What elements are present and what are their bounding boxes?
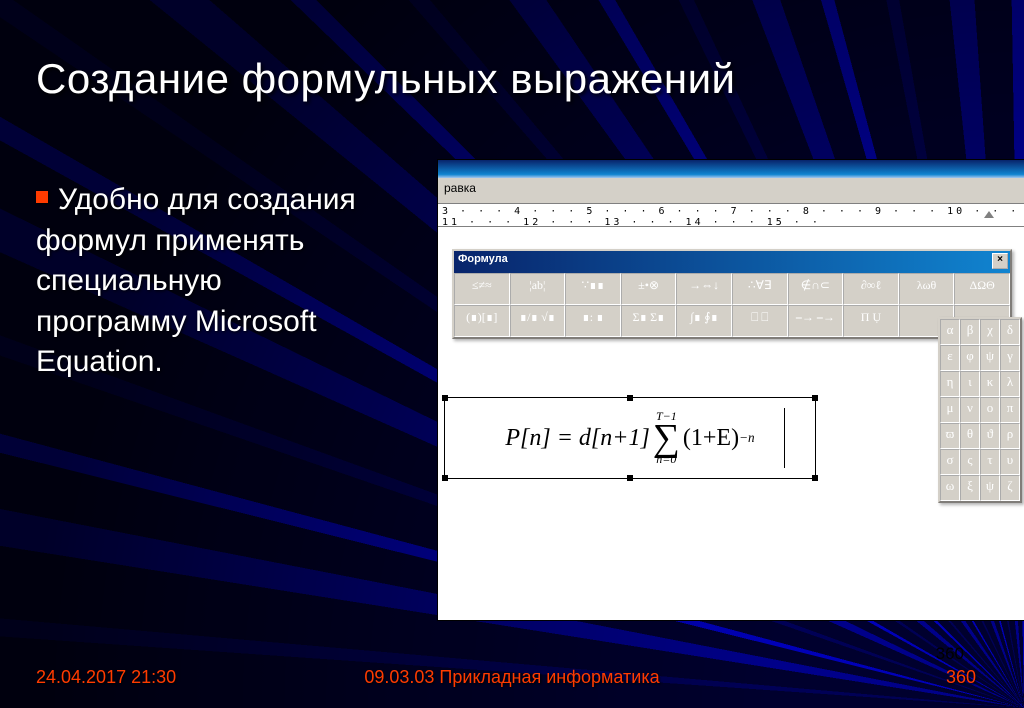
equation-formula: P[n] = d[n+1] ∑ T−1 n=0 (1+E)−n <box>445 398 815 478</box>
equation-toolbar-window[interactable]: Формула × ≤≠≈ ¦ab¦ ∵∎∎ ±•⊗ →⇔↓ ∴∀∃ ∉∩⊂ ∂… <box>452 249 1012 339</box>
greek-varsigma[interactable]: ς <box>960 449 980 475</box>
word-titlebar <box>438 160 1024 178</box>
slide-footer: 360 24.04.2017 21:30 09.03.03 Прикладная… <box>0 660 1024 690</box>
greek-theta[interactable]: θ <box>960 423 980 449</box>
greek-psi[interactable]: ψ <box>980 345 1000 371</box>
word-document-area: Формула × ≤≠≈ ¦ab¦ ∵∎∎ ±•⊗ →⇔↓ ∴∀∃ ∉∩⊂ ∂… <box>438 227 1024 567</box>
greek-gamma[interactable]: γ <box>1000 345 1020 371</box>
bullet-icon <box>36 191 48 203</box>
word-ruler: 3 · · · 4 · · · 5 · · · 6 · · · 7 · · · … <box>438 204 1024 227</box>
palette-fractions[interactable]: ∎/∎ √∎ <box>510 305 566 337</box>
greek-sigma[interactable]: σ <box>940 449 960 475</box>
page-number-shadow: 360 <box>936 644 964 664</box>
greek-omicron[interactable]: ο <box>980 397 1000 423</box>
ruler-ticks: 3 · · · 4 · · · 5 · · · 6 · · · 7 · · · … <box>442 206 1019 228</box>
palette-greek-upper[interactable]: ΔΩΘ <box>954 273 1010 305</box>
greek-beta[interactable]: β <box>960 319 980 345</box>
palette-products[interactable]: Π Ụ <box>843 305 899 337</box>
formula-lhs: P[n] = d[n+1] <box>505 425 649 452</box>
equation-toolbar-title[interactable]: Формула × <box>454 251 1010 273</box>
sigma-upper: T−1 <box>656 409 677 424</box>
greek-kappa[interactable]: κ <box>980 371 1000 397</box>
greek-lambda[interactable]: λ <box>1000 371 1020 397</box>
greek-alpha[interactable]: α <box>940 319 960 345</box>
greek-eta[interactable]: η <box>940 371 960 397</box>
formula-rhs-base: (1+E) <box>683 425 739 452</box>
palette-fences[interactable]: (∎)[∎] <box>454 305 510 337</box>
greek-zeta[interactable]: ζ <box>1000 475 1020 501</box>
palette-integrals[interactable]: ∫∎ ∮∎ <box>676 305 732 337</box>
greek-phi[interactable]: φ <box>960 345 980 371</box>
palette-bars[interactable]: ⎕ ⎕ <box>732 305 788 337</box>
slide-title: Создание формульных выражений <box>36 55 736 103</box>
palette-logic[interactable]: ∴∀∃ <box>732 273 788 305</box>
footer-course: 09.03.03 Прикладная информатика <box>364 667 659 688</box>
equation-toolbar-title-text: Формула <box>458 253 508 265</box>
greek-dropdown[interactable]: αβχδ εφψγ ηικλ μνοπ ϖθϑρ σςτυ ωξψζ <box>938 317 1022 503</box>
palette-subsup[interactable]: ∎: ∎ <box>565 305 621 337</box>
footer-page: 360 <box>946 667 976 688</box>
greek-pi[interactable]: π <box>1000 397 1020 423</box>
footer-date: 24.04.2017 21:30 <box>36 667 176 688</box>
palette-labeled-arrows[interactable]: ⎯→ ⎯→ <box>788 305 844 337</box>
palette-relations[interactable]: ≤≠≈ <box>454 273 510 305</box>
slide: Создание формульных выражений Удобно для… <box>0 0 1024 708</box>
palette-set[interactable]: ∉∩⊂ <box>788 273 844 305</box>
close-icon[interactable]: × <box>992 253 1008 269</box>
palette-embellish[interactable]: ∵∎∎ <box>565 273 621 305</box>
greek-xi[interactable]: ξ <box>960 475 980 501</box>
greek-chi[interactable]: χ <box>980 319 1000 345</box>
greek-varpi[interactable]: ϖ <box>940 423 960 449</box>
body-text: Удобно для создания формул применять спе… <box>36 183 356 378</box>
greek-eps[interactable]: ε <box>940 345 960 371</box>
greek-upsilon[interactable]: υ <box>1000 449 1020 475</box>
greek-vartheta[interactable]: ϑ <box>980 423 1000 449</box>
embedded-screenshot: равка 3 · · · 4 · · · 5 · · · 6 · · · 7 … <box>438 160 1024 620</box>
palette-operators[interactable]: ±•⊗ <box>621 273 677 305</box>
greek-nu[interactable]: ν <box>960 397 980 423</box>
palette-misc[interactable]: ∂∞ℓ <box>843 273 899 305</box>
equation-object[interactable]: P[n] = d[n+1] ∑ T−1 n=0 (1+E)−n <box>444 397 816 479</box>
ruler-tab-icon <box>984 211 994 218</box>
sigma-lower: n=0 <box>656 452 676 467</box>
equation-toolbar-row2: (∎)[∎] ∎/∎ √∎ ∎: ∎ Σ∎ Σ∎ ∫∎ ∮∎ ⎕ ⎕ ⎯→ ⎯→… <box>454 305 1010 337</box>
greek-tau[interactable]: τ <box>980 449 1000 475</box>
greek-omega[interactable]: ω <box>940 475 960 501</box>
palette-summation[interactable]: Σ∎ Σ∎ <box>621 305 677 337</box>
slide-body: Удобно для создания формул применять спе… <box>36 180 356 383</box>
sigma-icon: ∑ T−1 n=0 <box>653 423 680 453</box>
palette-arrows[interactable]: →⇔↓ <box>676 273 732 305</box>
formula-rhs-exp: −n <box>739 430 755 446</box>
text-cursor-icon <box>784 408 785 468</box>
word-menubar: равка <box>438 178 1024 204</box>
greek-psi2[interactable]: ψ <box>980 475 1000 501</box>
greek-rho[interactable]: ρ <box>1000 423 1020 449</box>
equation-toolbar-row1: ≤≠≈ ¦ab¦ ∵∎∎ ±•⊗ →⇔↓ ∴∀∃ ∉∩⊂ ∂∞ℓ λωθ ΔΩΘ <box>454 273 1010 305</box>
greek-mu[interactable]: μ <box>940 397 960 423</box>
greek-delta[interactable]: δ <box>1000 319 1020 345</box>
palette-spaces[interactable]: ¦ab¦ <box>510 273 566 305</box>
greek-iota[interactable]: ι <box>960 371 980 397</box>
palette-greek-lower[interactable]: λωθ <box>899 273 955 305</box>
